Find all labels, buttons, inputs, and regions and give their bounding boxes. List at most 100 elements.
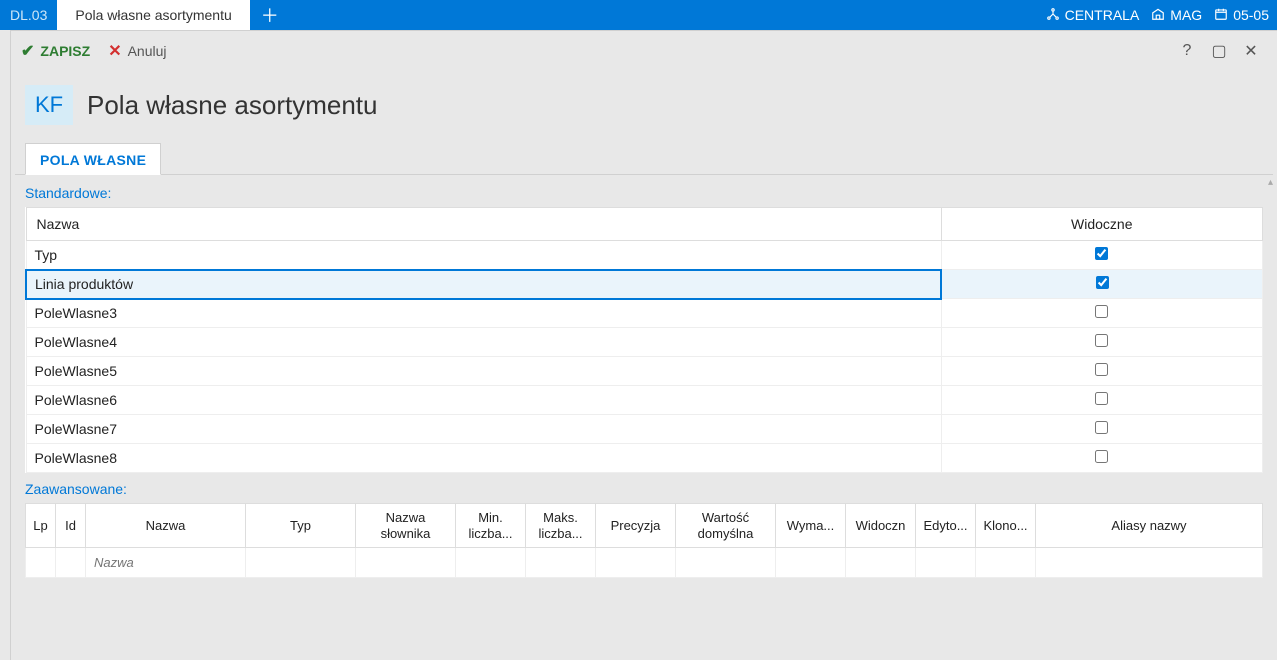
col-header-prec[interactable]: Precyzja: [596, 504, 676, 548]
plus-icon: ＋: [261, 2, 279, 28]
col-header-edit[interactable]: Edyto...: [916, 504, 976, 548]
col-header-vis[interactable]: Widoczn: [846, 504, 916, 548]
warehouse-icon: [1151, 7, 1165, 24]
titlebar-centrala[interactable]: CENTRALA: [1046, 7, 1140, 24]
col-header-name[interactable]: Nazwa: [86, 504, 246, 548]
cell-prec[interactable]: [596, 548, 676, 578]
titlebar-info: CENTRALA MAG 05-05: [1030, 0, 1277, 30]
visible-checkbox[interactable]: [1095, 247, 1108, 260]
titlebar-mag[interactable]: MAG: [1151, 7, 1202, 24]
cell-max[interactable]: [526, 548, 596, 578]
action-bar: ✔ ZAPISZ ✕ Anuluj ? ▢ ✕: [11, 31, 1277, 71]
cell-min[interactable]: [456, 548, 526, 578]
cell-clone[interactable]: [976, 548, 1036, 578]
field-name-cell[interactable]: PoleWlasne6: [26, 386, 941, 415]
close-button[interactable]: ✕: [1235, 35, 1267, 67]
cell-edit[interactable]: [916, 548, 976, 578]
table-row[interactable]: Linia produktów: [26, 270, 1263, 299]
cell-alias[interactable]: [1036, 548, 1263, 578]
section-standard-label: Standardowe:: [25, 185, 1263, 201]
field-visible-cell[interactable]: [941, 270, 1263, 299]
table-row[interactable]: PoleWlasne4: [26, 328, 1263, 357]
field-visible-cell[interactable]: [941, 299, 1263, 328]
field-name-cell[interactable]: PoleWlasne3: [26, 299, 941, 328]
col-header-clone[interactable]: Klono...: [976, 504, 1036, 548]
col-header-max[interactable]: Maks. liczba...: [526, 504, 596, 548]
document-panel: ✔ ZAPISZ ✕ Anuluj ? ▢ ✕ KF Pola własne a…: [10, 30, 1277, 660]
cell-id[interactable]: [56, 548, 86, 578]
field-name-cell[interactable]: PoleWlasne8: [26, 444, 941, 473]
advanced-fields-table: Lp Id Nazwa Typ Nazwa słownika Min. licz…: [25, 503, 1263, 578]
tab-add-button[interactable]: ＋: [250, 0, 290, 30]
col-header-req[interactable]: Wyma...: [776, 504, 846, 548]
visible-checkbox[interactable]: [1095, 305, 1108, 318]
tab-own-fields[interactable]: POLA WŁASNE: [25, 143, 161, 175]
cancel-button[interactable]: ✕ Anuluj: [108, 41, 166, 61]
new-name-input[interactable]: [90, 551, 241, 574]
col-header-def[interactable]: Wartość domyślna: [676, 504, 776, 548]
field-visible-cell[interactable]: [941, 357, 1263, 386]
header-badge: KF: [25, 85, 73, 125]
visible-checkbox[interactable]: [1096, 276, 1109, 289]
col-header-name[interactable]: Nazwa: [26, 208, 941, 241]
page-header: KF Pola własne asortymentu: [11, 71, 1277, 143]
table-row[interactable]: PoleWlasne5: [26, 357, 1263, 386]
field-name-cell[interactable]: PoleWlasne5: [26, 357, 941, 386]
field-visible-cell[interactable]: [941, 415, 1263, 444]
section-advanced-label: Zaawansowane:: [25, 481, 1263, 497]
cell-req[interactable]: [776, 548, 846, 578]
visible-checkbox[interactable]: [1095, 450, 1108, 463]
visible-checkbox[interactable]: [1095, 421, 1108, 434]
check-icon: ✔: [21, 41, 34, 61]
save-button[interactable]: ✔ ZAPISZ: [21, 41, 90, 61]
cell-vis[interactable]: [846, 548, 916, 578]
cell-dict[interactable]: [356, 548, 456, 578]
close-icon: ✕: [1244, 41, 1257, 61]
maximize-icon: ▢: [1211, 41, 1226, 61]
field-visible-cell[interactable]: [941, 241, 1263, 270]
field-visible-cell[interactable]: [941, 444, 1263, 473]
table-row[interactable]: PoleWlasne6: [26, 386, 1263, 415]
cell-lp[interactable]: [26, 548, 56, 578]
col-header-dict[interactable]: Nazwa słownika: [356, 504, 456, 548]
field-name-cell[interactable]: PoleWlasne4: [26, 328, 941, 357]
visible-checkbox[interactable]: [1095, 334, 1108, 347]
maximize-button[interactable]: ▢: [1203, 35, 1235, 67]
field-visible-cell[interactable]: [941, 328, 1263, 357]
help-button[interactable]: ?: [1171, 35, 1203, 67]
table-row[interactable]: Typ: [26, 241, 1263, 270]
col-header-lp[interactable]: Lp: [26, 504, 56, 548]
tab-previous[interactable]: DL.03: [0, 0, 57, 30]
col-header-type[interactable]: Typ: [246, 504, 356, 548]
date-label: 05-05: [1233, 7, 1269, 23]
visible-checkbox[interactable]: [1095, 392, 1108, 405]
cell-def[interactable]: [676, 548, 776, 578]
standard-fields-table: Nazwa Widoczne TypLinia produktówPoleWla…: [25, 207, 1263, 473]
tab-row: POLA WŁASNE: [15, 143, 1273, 175]
cancel-label: Anuluj: [128, 43, 167, 59]
close-icon: ✕: [108, 41, 121, 61]
field-name-cell[interactable]: Linia produktów: [26, 270, 941, 299]
field-visible-cell[interactable]: [941, 386, 1263, 415]
col-header-visible[interactable]: Widoczne: [941, 208, 1263, 241]
visible-checkbox[interactable]: [1095, 363, 1108, 376]
scroll-up-icon[interactable]: ▴: [1268, 177, 1273, 188]
titlebar: DL.03 Pola własne asortymentu ＋ CENTRALA…: [0, 0, 1277, 30]
table-row[interactable]: PoleWlasne8: [26, 444, 1263, 473]
table-row[interactable]: PoleWlasne7: [26, 415, 1263, 444]
calendar-icon: [1214, 7, 1228, 24]
col-header-min[interactable]: Min. liczba...: [456, 504, 526, 548]
col-header-alias[interactable]: Aliasy nazwy: [1036, 504, 1263, 548]
cell-name[interactable]: [86, 548, 246, 578]
tab-active[interactable]: Pola własne asortymentu: [57, 0, 249, 30]
centrala-label: CENTRALA: [1065, 7, 1140, 23]
table-row[interactable]: PoleWlasne3: [26, 299, 1263, 328]
col-header-id[interactable]: Id: [56, 504, 86, 548]
field-name-cell[interactable]: PoleWlasne7: [26, 415, 941, 444]
table-row-new[interactable]: [26, 548, 1263, 578]
titlebar-date[interactable]: 05-05: [1214, 7, 1269, 24]
help-icon: ?: [1183, 42, 1192, 60]
org-icon: [1046, 7, 1060, 24]
field-name-cell[interactable]: Typ: [26, 241, 941, 270]
cell-type[interactable]: [246, 548, 356, 578]
